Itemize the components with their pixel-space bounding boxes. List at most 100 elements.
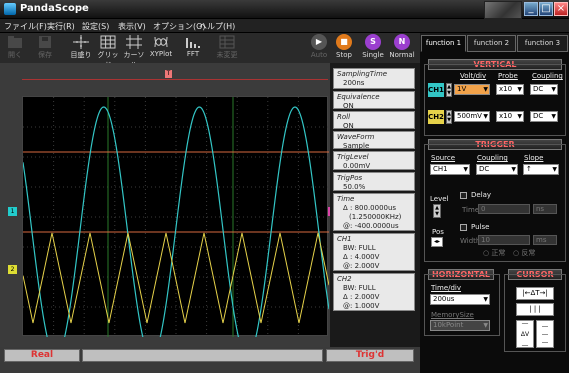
ch2-coupling-select[interactable]: DC: [530, 111, 558, 122]
triglevel-box: TrigLevel 0.00mV: [333, 151, 415, 170]
pulse-width-input[interactable]: 10: [478, 235, 530, 245]
pulse-label: Pulse: [471, 223, 490, 231]
equivalence-box: Equivalence ON: [333, 91, 415, 110]
ch2-volt-spinner[interactable]: ▲ ▼: [446, 110, 452, 124]
fft-button[interactable]: FFT: [182, 34, 204, 62]
info-panel: SamplingTime 200ns Equivalence ON Roll O…: [333, 68, 415, 346]
delta-v-cursor-button[interactable]: ‾‾ ΔV __: [516, 320, 534, 348]
source-header: Source: [431, 154, 456, 162]
voltage-cursor-button[interactable]: ― ― ―: [536, 320, 554, 348]
delay-checkbox[interactable]: [460, 192, 467, 199]
fft-label: FFT: [186, 50, 200, 58]
time-label: Time: [337, 195, 355, 203]
tab-function-1[interactable]: function 1: [421, 35, 466, 52]
waveform-box: WaveForm Sample: [333, 131, 415, 150]
play-icon: ▶: [311, 34, 327, 50]
ch1-volt-select[interactable]: 1V: [454, 84, 490, 95]
roll-label: Roll: [337, 113, 351, 121]
menu-file[interactable]: ファイル(F): [4, 21, 47, 32]
pulse-negative-radio[interactable]: ○ 反常: [513, 248, 535, 258]
save-label: 保存: [38, 51, 52, 59]
pulse-positive-radio[interactable]: ○ 正常: [483, 248, 505, 258]
trigger-position-marker[interactable]: T: [165, 70, 172, 78]
ch2-offset-marker[interactable]: 2: [8, 265, 17, 274]
data-button[interactable]: 未変更: [214, 34, 240, 62]
ch2-bandwidth: BW: FULL: [343, 284, 376, 292]
ch1-position: @: 2.000V: [343, 262, 380, 270]
slope-header: Slope: [524, 154, 544, 162]
memory-size-label: MemorySize: [431, 311, 474, 319]
pulse-checkbox[interactable]: [460, 224, 467, 231]
time-position: @: -400.0000us: [343, 222, 399, 230]
menu-help[interactable]: ヘルプ(H): [199, 21, 235, 32]
grid-button[interactable]: グリッド: [96, 34, 120, 69]
scale-button[interactable]: 目盛り: [68, 34, 94, 62]
normal-button[interactable]: N Normal: [388, 34, 416, 62]
menu-settings[interactable]: 設定(S): [82, 21, 109, 32]
function-tabs: function 1 function 2 function 3: [420, 35, 569, 52]
pos-label: Pos: [432, 228, 444, 236]
probe-header: Probe: [498, 72, 518, 80]
single-icon: S: [365, 34, 381, 50]
close-button[interactable]: ×: [554, 2, 568, 16]
ch1-label[interactable]: CH1: [428, 83, 444, 97]
stop-label: Stop: [336, 51, 352, 59]
timediv-select[interactable]: 200us: [430, 294, 490, 305]
xyplot-icon: [154, 36, 168, 48]
delta-t-cursor-button[interactable]: |←ΔT→|: [516, 287, 554, 300]
trigger-slope-select[interactable]: ↑: [523, 164, 559, 175]
ch1-coupling-select[interactable]: DC: [530, 84, 558, 95]
ch1-offset-marker[interactable]: 1: [8, 207, 17, 216]
stop-button[interactable]: ■ Stop: [333, 34, 355, 62]
waveform-label: WaveForm: [337, 133, 375, 141]
toolbar: 開く 保存 目盛り グリッド カーソル XYPlot FFT 未変更 ▶ Aut…: [0, 33, 420, 69]
pulse-positive-label: 正常: [491, 249, 506, 257]
trigpos-box: TrigPos 50.0%: [333, 172, 415, 191]
status-message: [82, 349, 323, 362]
level-spinner[interactable]: ▲ ▼: [433, 204, 441, 218]
single-button[interactable]: S Single: [361, 34, 385, 62]
ch2-probe-select[interactable]: x10: [496, 111, 524, 122]
cursor-button[interactable]: カーソル: [121, 34, 147, 69]
trigger-coupling-select[interactable]: DC: [476, 164, 518, 175]
xyplot-button[interactable]: XYPlot: [148, 34, 174, 62]
timediv-label: Time/div: [431, 284, 462, 292]
minimize-button[interactable]: _: [524, 2, 538, 16]
tab-function-3[interactable]: function 3: [517, 35, 568, 52]
open-button[interactable]: 開く: [4, 34, 26, 62]
menu-run[interactable]: 実行(R): [47, 21, 75, 32]
folder-icon: [8, 36, 22, 48]
delay-time-input[interactable]: 0: [478, 204, 530, 214]
delay-unit-select[interactable]: ns: [533, 204, 557, 214]
normal-label: Normal: [389, 51, 415, 59]
memory-size-select[interactable]: 10kPoint: [430, 320, 490, 331]
pulse-unit-select[interactable]: ms: [533, 235, 557, 245]
sampling-label: SamplingTime: [337, 70, 388, 78]
cursor-icon: [126, 35, 142, 49]
menu-view[interactable]: 表示(V): [118, 21, 146, 32]
scope-display[interactable]: [22, 96, 329, 337]
menu-options[interactable]: オプション(O): [153, 21, 206, 32]
auto-button[interactable]: ▶ Auto: [308, 34, 330, 62]
ch2-cursor-box: CH2 BW: FULL Δ : 2.000V @: 1.000V: [333, 273, 415, 311]
time-cursor-button[interactable]: | | |: [516, 303, 554, 316]
ch2-position: @: 1.000V: [343, 302, 380, 310]
triglevel-label: TrigLevel: [337, 153, 369, 161]
ch1-delta: Δ : 4.000V: [343, 253, 380, 261]
trigger-source-select[interactable]: CH1: [430, 164, 470, 175]
ch1-volt-spinner[interactable]: ▲ ▼: [446, 83, 452, 97]
tab-function-2[interactable]: function 2: [467, 35, 516, 52]
equivalence-label: Equivalence: [337, 93, 380, 101]
normal-icon: N: [394, 34, 410, 50]
ch2-volt-select[interactable]: 500mV: [454, 111, 490, 122]
ch1-probe-select[interactable]: x10: [496, 84, 524, 95]
pos-arrows-button[interactable]: ◂▸: [431, 237, 443, 247]
time-frequency: (1.250000KHz): [349, 213, 402, 221]
roll-value: ON: [343, 122, 354, 130]
status-bar: Real Trig'd: [0, 347, 420, 373]
equivalence-value: ON: [343, 102, 354, 110]
maximize-button[interactable]: □: [539, 2, 553, 16]
save-button[interactable]: 保存: [34, 34, 56, 62]
delay-time-label: Time: [462, 206, 480, 214]
ch2-label[interactable]: CH2: [428, 110, 444, 124]
